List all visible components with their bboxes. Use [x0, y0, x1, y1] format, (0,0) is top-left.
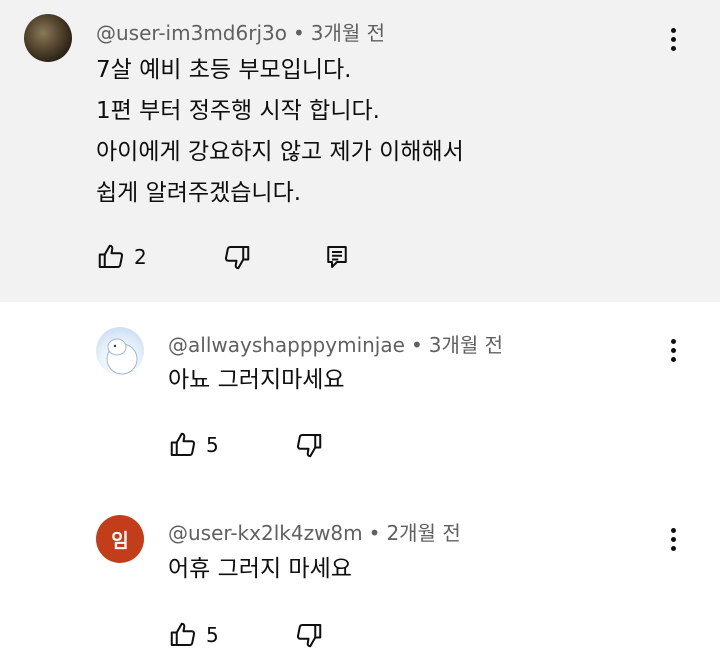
reply-icon — [327, 246, 347, 268]
comment-line: 쉽게 알려주겠습니다. — [96, 180, 302, 206]
comment-text: 7살 예비 초등 부모입니다. 1편 부터 정주행 시작 합니다. 아이에게 강… — [96, 50, 464, 214]
like-count: 5 — [206, 433, 219, 457]
reply-button[interactable] — [322, 242, 352, 272]
like-count: 5 — [206, 623, 219, 647]
like-button[interactable]: 5 — [168, 430, 226, 460]
comment-header: @user-kx2lk4zw8m • 2개월 전 — [168, 517, 461, 546]
thumb-down-icon — [224, 246, 250, 270]
thumb-down-icon — [296, 624, 322, 648]
like-button[interactable]: 2 — [96, 242, 154, 272]
thumb-up-icon — [170, 622, 196, 646]
more-vert-icon[interactable] — [661, 23, 685, 55]
thumb-up-icon — [98, 244, 124, 268]
separator: • — [410, 333, 423, 357]
author-name[interactable]: @user-im3md6rj3o — [96, 21, 287, 45]
like-count: 2 — [134, 245, 147, 269]
thumb-down-icon — [296, 434, 322, 458]
dislike-button[interactable] — [222, 242, 252, 272]
comment-header: @user-im3md6rj3o • 3개월 전 — [96, 17, 385, 46]
comment-actions: 5 — [168, 620, 324, 650]
avatar-letter: 임 — [111, 529, 129, 552]
dislike-button[interactable] — [294, 620, 324, 650]
timestamp[interactable]: 2개월 전 — [386, 521, 460, 545]
top-comment: @user-im3md6rj3o • 3개월 전 7살 예비 초등 부모입니다. 1… — [0, 0, 720, 302]
more-vert-icon[interactable] — [661, 523, 685, 555]
comment-line: 7살 예비 초등 부모입니다. — [96, 57, 352, 83]
separator: • — [292, 21, 305, 45]
comment-actions: 2 — [96, 242, 352, 272]
avatar[interactable]: 임 — [96, 515, 144, 563]
comment-actions: 5 — [168, 430, 324, 460]
author-name[interactable]: @allwayshapppyminjae — [168, 333, 405, 357]
avatar[interactable] — [24, 14, 72, 62]
like-button[interactable]: 5 — [168, 620, 226, 650]
thumb-up-icon — [170, 432, 196, 456]
timestamp[interactable]: 3개월 전 — [311, 21, 385, 45]
avatar[interactable] — [96, 327, 144, 375]
timestamp[interactable]: 3개월 전 — [429, 333, 503, 357]
more-vert-icon[interactable] — [661, 334, 685, 366]
comment-text: 아뇨 그러지마세요 — [168, 367, 345, 393]
moomin-illustration — [106, 338, 138, 375]
comment-header: @allwayshapppyminjae • 3개월 전 — [168, 329, 503, 358]
comment-text: 어휴 그러지 마세요 — [168, 556, 352, 582]
dislike-button[interactable] — [294, 430, 324, 460]
comment-line: 1편 부터 정주행 시작 합니다. — [96, 98, 380, 124]
comment-line: 아이에게 강요하지 않고 제가 이해해서 — [96, 139, 464, 165]
separator: • — [368, 521, 381, 545]
author-name[interactable]: @user-kx2lk4zw8m — [168, 521, 363, 545]
